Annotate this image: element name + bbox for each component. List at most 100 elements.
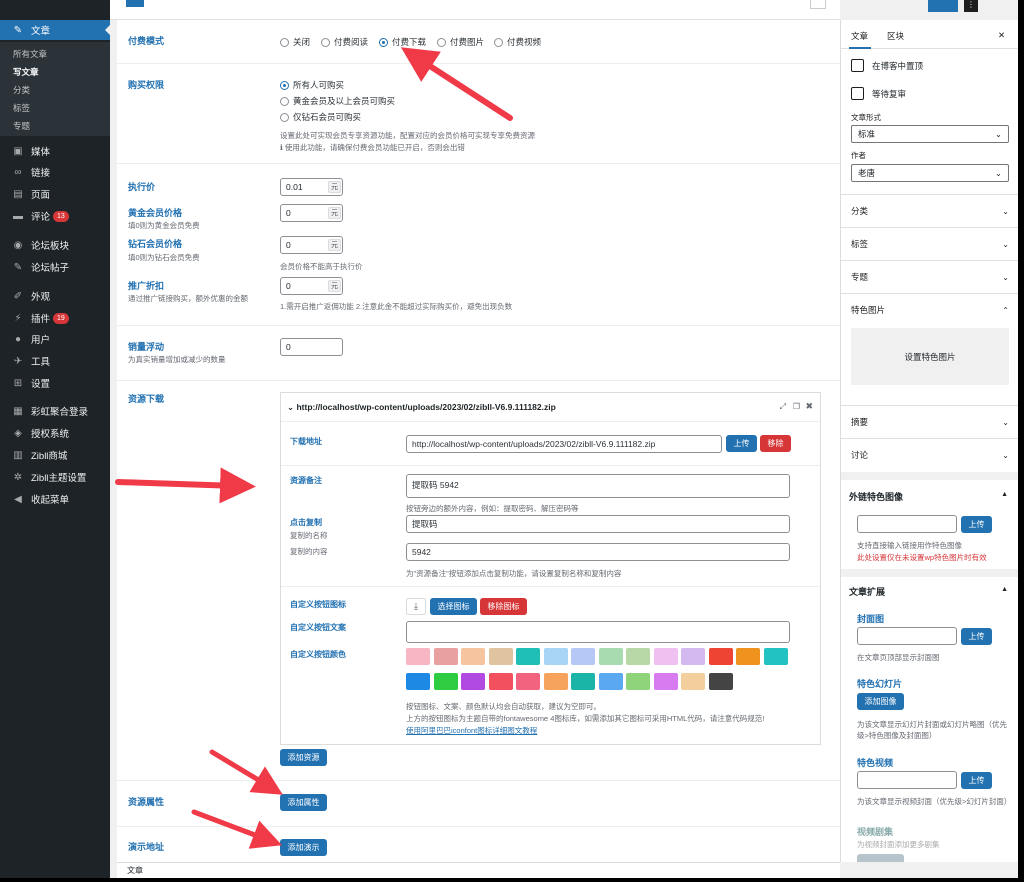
panel-excerpt[interactable]: 摘要 ⌄ — [841, 405, 1018, 438]
select-icon-button[interactable]: 选择图标 — [430, 598, 477, 615]
color-swatch[interactable] — [543, 673, 568, 690]
menu-users[interactable]: ● 用户 — [0, 329, 110, 349]
menu-comments[interactable]: ▬ 评论 13 — [0, 206, 110, 226]
remove-icon-button[interactable]: 移除图标 — [480, 598, 527, 615]
ext-img-upload-button[interactable]: 上传 — [961, 516, 992, 533]
sticky-checkbox[interactable]: 在博客中置顶 — [851, 59, 923, 72]
color-swatch[interactable] — [516, 648, 540, 665]
color-swatch[interactable] — [461, 648, 485, 665]
promo-input[interactable]: 0元 — [280, 277, 343, 295]
pending-checkbox[interactable]: 等待复审 — [851, 87, 906, 100]
sales-input[interactable]: 0 — [280, 338, 343, 356]
color-swatch[interactable] — [433, 648, 458, 665]
remove-button[interactable]: 移除 — [760, 435, 791, 452]
options-button[interactable]: ⋮ — [964, 0, 978, 12]
tab-post[interactable]: 文章 — [851, 30, 868, 42]
color-swatch[interactable] — [653, 673, 678, 690]
color-swatch[interactable] — [681, 673, 705, 690]
cover-input[interactable] — [857, 627, 957, 645]
close-panel-icon[interactable]: ✕ — [998, 30, 1005, 41]
add-resource-button[interactable]: 添加资源 — [280, 749, 327, 766]
expand-icon[interactable]: ⤢ — [780, 402, 786, 412]
add-attribute-button[interactable]: 添加属性 — [280, 794, 327, 811]
color-swatch[interactable] — [543, 648, 568, 665]
toolbar-toggle-button[interactable] — [126, 0, 144, 7]
diamond-price-input[interactable]: 0元 — [280, 236, 343, 254]
resource-item-header[interactable]: ⌄ http://localhost/wp-content/uploads/20… — [281, 393, 820, 422]
close-icon[interactable]: ✖ — [805, 401, 813, 412]
menu-rainbow-login[interactable]: ▦ 彩虹聚合登录 — [0, 401, 110, 421]
menu-collapse[interactable]: ◀ 收起菜单 — [0, 489, 110, 509]
purchase-all[interactable]: 所有人可购买 — [280, 79, 344, 91]
menu-pages[interactable]: ▤ 页面 — [0, 184, 110, 204]
color-swatch[interactable] — [653, 648, 678, 665]
cover-upload-button[interactable]: 上传 — [961, 628, 992, 645]
panel-featured[interactable]: 特色图片 ⌃ — [841, 293, 1018, 326]
panel-topics[interactable]: 专题 ⌄ — [841, 260, 1018, 293]
panel-categories[interactable]: 分类 ⌄ — [841, 194, 1018, 227]
panel-discussion[interactable]: 讨论 ⌄ — [841, 438, 1018, 471]
url-input[interactable]: http://localhost/wp-content/uploads/2023… — [406, 435, 722, 453]
color-swatch[interactable] — [626, 673, 650, 690]
pay-mode-download[interactable]: 付费下载 — [379, 36, 426, 48]
color-swatch[interactable] — [763, 648, 788, 665]
pay-mode-image[interactable]: 付费图片 — [437, 36, 484, 48]
collapse-up-icon[interactable]: ▲ — [1001, 491, 1008, 498]
button-text-input[interactable] — [406, 621, 790, 643]
upload-button[interactable]: 上传 — [726, 435, 757, 452]
submenu-categories[interactable]: 分类 — [13, 84, 30, 96]
color-swatch[interactable] — [598, 673, 623, 690]
pay-mode-off[interactable]: 关闭 — [280, 36, 310, 48]
preview-button[interactable] — [810, 0, 826, 9]
copy-content-input[interactable]: 5942 — [406, 543, 790, 561]
menu-zibll-shop[interactable]: ▥ Zibll商城 — [0, 445, 110, 465]
collapse-up-icon[interactable]: ▲ — [1001, 586, 1008, 593]
download-icon[interactable]: ⤓ — [406, 598, 426, 615]
submenu-all-posts[interactable]: 所有文章 — [13, 48, 47, 60]
menu-links[interactable]: ∞ 链接 — [0, 162, 110, 182]
panel-tags[interactable]: 标签 ⌄ — [841, 227, 1018, 260]
color-swatch[interactable] — [681, 648, 705, 665]
color-swatch[interactable] — [571, 673, 595, 690]
menu-appearance[interactable]: ✐ 外观 — [0, 286, 110, 306]
copy-icon[interactable]: ❐ — [793, 402, 800, 411]
color-swatch[interactable] — [406, 648, 430, 665]
add-demo-button[interactable]: 添加演示 — [280, 839, 327, 856]
copy-name-input[interactable]: 提取码 — [406, 515, 790, 533]
color-swatch[interactable] — [571, 648, 595, 665]
note-textarea[interactable]: 提取码 5942 — [406, 474, 790, 498]
menu-media[interactable]: ▣ 媒体 — [0, 141, 110, 161]
menu-forum-posts[interactable]: ✎ 论坛帖子 — [0, 257, 110, 277]
tab-block[interactable]: 区块 — [887, 30, 904, 42]
color-swatch[interactable] — [736, 648, 760, 665]
color-swatch[interactable] — [598, 648, 623, 665]
format-select[interactable]: 标准 ⌄ — [851, 125, 1009, 143]
color-swatch[interactable] — [406, 673, 430, 690]
purchase-diamond[interactable]: 仅钻石会员可购买 — [280, 111, 361, 123]
iconfont-tutorial-link[interactable]: 使用阿里巴巴iconfont图标详细图文教程 — [406, 725, 537, 736]
color-swatch[interactable] — [488, 648, 513, 665]
episodes-button[interactable] — [857, 854, 904, 862]
color-swatch[interactable] — [461, 673, 485, 690]
video-upload-button[interactable]: 上传 — [961, 772, 992, 789]
color-swatch[interactable] — [516, 673, 540, 690]
menu-plugins[interactable]: ⚡ 插件 19 — [0, 308, 110, 328]
menu-forum-sections[interactable]: ◉ 论坛板块 — [0, 235, 110, 255]
submenu-write-post[interactable]: 写文章 — [13, 66, 39, 78]
video-input[interactable] — [857, 771, 957, 789]
color-swatch[interactable] — [708, 673, 733, 690]
menu-posts[interactable]: ✎ 文章 — [0, 20, 110, 40]
author-select[interactable]: 老唐 ⌄ — [851, 164, 1009, 182]
color-swatch[interactable] — [626, 648, 650, 665]
pay-mode-video[interactable]: 付费视频 — [494, 36, 541, 48]
pay-mode-read[interactable]: 付费阅读 — [321, 36, 368, 48]
ext-img-input[interactable] — [857, 515, 957, 533]
submenu-tags[interactable]: 标签 — [13, 102, 30, 114]
purchase-gold[interactable]: 黄金会员及以上会员可购买 — [280, 95, 395, 107]
menu-settings[interactable]: ⊞ 设置 — [0, 373, 110, 393]
add-image-button[interactable]: 添加图像 — [857, 693, 904, 710]
exec-price-input[interactable]: 0.01 元 — [280, 178, 343, 196]
submenu-topics[interactable]: 专题 — [13, 120, 30, 132]
publish-button[interactable] — [928, 0, 958, 12]
menu-tools[interactable]: ✈ 工具 — [0, 351, 110, 371]
